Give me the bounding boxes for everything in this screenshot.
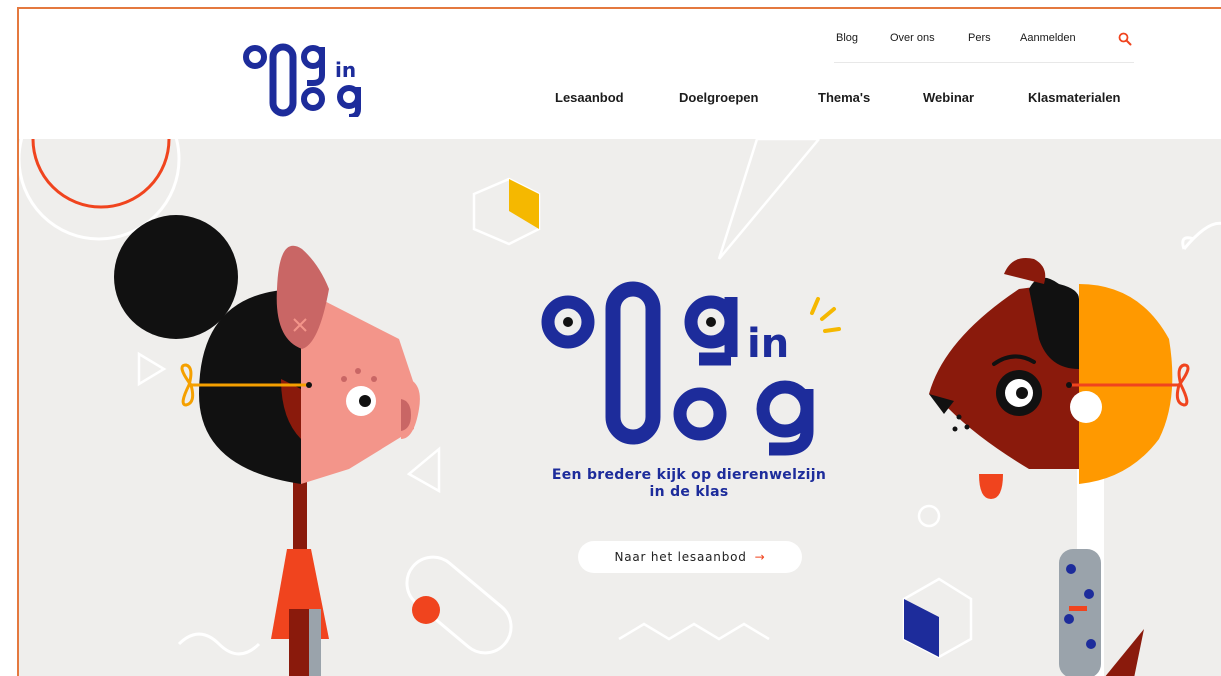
cta-label: Naar het lesaanbod xyxy=(614,550,747,564)
dog-girl-illustration xyxy=(929,258,1190,676)
hero-tagline-line-1: Een bredere kijk op dierenwelzijn xyxy=(551,467,827,483)
hero-tagline: Een bredere kijk op dierenwelzijn in de … xyxy=(499,467,879,501)
hero-illustration: in xyxy=(19,139,1221,676)
hero-logo: in xyxy=(541,281,841,456)
site-header: in Blog Over ons Pers Aanmelden Lesaanbo… xyxy=(19,9,1221,139)
topnav-blog-link[interactable]: Blog xyxy=(836,32,858,44)
main-navigation: Lesaanbod Doelgroepen Thema's Webinar Kl… xyxy=(539,87,1159,111)
nav-klasmaterialen[interactable]: Klasmaterialen xyxy=(1028,90,1121,105)
svg-text:in: in xyxy=(335,58,356,82)
topnav-over-ons-link[interactable]: Over ons xyxy=(890,32,935,44)
arrow-right-icon: → xyxy=(754,550,766,564)
nav-lesaanbod[interactable]: Lesaanbod xyxy=(555,90,624,105)
nav-webinar[interactable]: Webinar xyxy=(923,90,974,105)
topnav-pers-link[interactable]: Pers xyxy=(968,32,991,44)
page-frame: in Blog Over ons Pers Aanmelden Lesaanbo… xyxy=(17,7,1221,676)
svg-text:in: in xyxy=(747,321,789,367)
girl-pig-illustration xyxy=(114,215,420,676)
site-logo[interactable]: in xyxy=(243,35,373,117)
nav-themas[interactable]: Thema's xyxy=(818,90,870,105)
nav-doelgroepen[interactable]: Doelgroepen xyxy=(679,90,758,105)
topnav-aanmelden-link[interactable]: Aanmelden xyxy=(1020,32,1076,44)
lesaanbod-cta-button[interactable]: Naar het lesaanbod → xyxy=(578,541,802,573)
hero-tagline-line-2: in de klas xyxy=(649,484,729,500)
hero-banner: in Een bredere kijk op dierenwelzijn in … xyxy=(19,139,1221,676)
search-icon[interactable] xyxy=(1118,32,1132,46)
top-navigation: Blog Over ons Pers Aanmelden xyxy=(834,23,1134,63)
